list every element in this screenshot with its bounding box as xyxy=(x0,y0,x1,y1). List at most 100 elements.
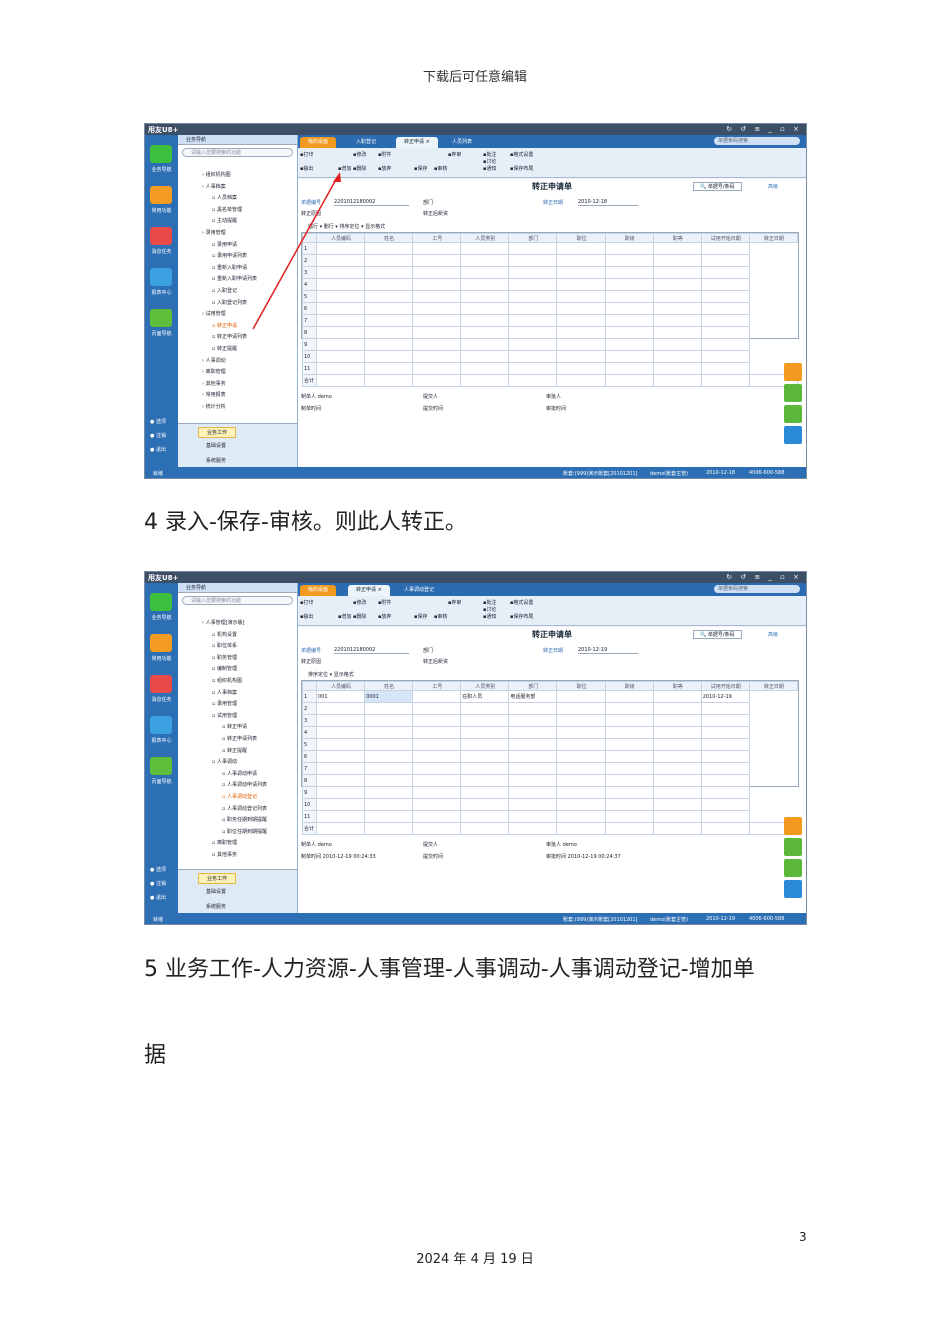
tree-item[interactable]: ▫ 入职登记列表 xyxy=(212,299,247,306)
grid-cell[interactable] xyxy=(652,302,702,315)
search-icon[interactable] xyxy=(784,817,802,835)
grid-cell[interactable] xyxy=(508,726,558,739)
bill-no-value[interactable]: 2201012180002 xyxy=(334,647,409,654)
tree-bottom-2[interactable]: 系统服务 xyxy=(206,903,226,910)
advanced-link[interactable]: 高级 xyxy=(768,183,778,190)
tree-item[interactable]: ▫ 编制管理 xyxy=(212,665,237,672)
grid-cell[interactable] xyxy=(315,726,366,739)
toolbar-2[interactable]: ▪增加 xyxy=(338,613,351,620)
global-search-input[interactable]: 单据条码搜索 xyxy=(714,137,800,145)
toolbar-12[interactable]: ▪通知 xyxy=(483,165,496,172)
grid-cell[interactable]: 2 xyxy=(302,702,317,715)
grid-cell[interactable] xyxy=(508,750,558,763)
grid-cell[interactable] xyxy=(412,290,462,303)
grid-toolbar[interactable]: 排序定位 ▾ 显示格式 xyxy=(308,671,354,678)
grid-cell[interactable] xyxy=(315,774,366,787)
toolbar-4[interactable]: ▪删除 xyxy=(353,165,366,172)
grid-cell[interactable]: 7 xyxy=(302,762,317,775)
grid-cell[interactable]: 3 xyxy=(302,266,317,279)
grid-cell[interactable] xyxy=(364,810,414,823)
grid-cell[interactable] xyxy=(412,762,462,775)
tree-item[interactable]: ▫ 转正提醒 xyxy=(212,345,237,352)
tree-item[interactable]: › 试用管理 xyxy=(202,310,226,317)
grid-cell[interactable] xyxy=(364,314,414,327)
toolbar-14[interactable]: ▪保存布局 xyxy=(510,613,533,620)
chat-icon[interactable] xyxy=(784,405,802,423)
tab-3[interactable]: 人员列表 xyxy=(444,137,480,148)
grid-cell[interactable] xyxy=(460,314,510,327)
grid-cell[interactable] xyxy=(460,738,510,751)
search-icon[interactable] xyxy=(784,363,802,381)
grid-cell[interactable] xyxy=(652,738,702,751)
grid-cell[interactable] xyxy=(315,762,366,775)
grid-cell[interactable] xyxy=(508,338,558,351)
tree-item[interactable]: ▫ 人事调动 xyxy=(212,758,237,765)
window-controls[interactable]: ↻ ↺ ≡ _ ▫ × xyxy=(726,573,802,581)
grid-cell[interactable] xyxy=(412,726,462,739)
nav-1-label[interactable]: 常用功能 xyxy=(145,207,178,214)
table-row[interactable]: 11 xyxy=(302,362,798,375)
grid-cell[interactable] xyxy=(700,714,750,727)
tree-item[interactable]: › 离职管理 xyxy=(202,368,226,375)
grid-cell[interactable] xyxy=(556,762,606,775)
grid-cell[interactable] xyxy=(652,714,702,727)
nav-bottom-0[interactable]: ● 选项 xyxy=(150,418,166,425)
table-row[interactable]: 3 xyxy=(302,714,798,727)
grid-cell[interactable] xyxy=(460,326,510,339)
tree-item[interactable]: › 录用管理 xyxy=(202,229,226,236)
grid-cell[interactable] xyxy=(460,702,510,715)
grid-cell[interactable] xyxy=(556,290,606,303)
grid-cell[interactable] xyxy=(556,242,606,255)
grid-cell[interactable] xyxy=(700,314,750,327)
grid-cell[interactable] xyxy=(700,242,750,255)
grid-cell[interactable] xyxy=(652,762,702,775)
grid-cell[interactable] xyxy=(700,290,750,303)
tab-0[interactable]: 我的桌面 xyxy=(300,585,337,596)
toolbar-8[interactable]: ▪审核 xyxy=(434,165,447,172)
grid-cell[interactable] xyxy=(460,750,510,763)
grid-cell[interactable] xyxy=(700,254,750,267)
grid-cell[interactable] xyxy=(604,702,654,715)
tree-item[interactable]: ▫ 人事调动申请 xyxy=(222,770,257,777)
grid-cell[interactable] xyxy=(700,266,750,279)
tree-item[interactable]: ▫ 录用申请 xyxy=(212,241,237,248)
tree-search-input[interactable]: 请输入您要搜索的功能 xyxy=(182,148,293,157)
table-row[interactable]: 7 xyxy=(302,762,798,775)
toolbar-3[interactable]: ▪修改 xyxy=(353,599,366,606)
tree-item[interactable]: › 人事调动 xyxy=(202,357,226,364)
nav-3-label[interactable]: 报表中心 xyxy=(145,737,178,744)
toolbar-5[interactable]: ▪附件 xyxy=(378,599,391,606)
grid-cell[interactable] xyxy=(556,362,606,375)
grid-cell[interactable] xyxy=(604,242,654,255)
grid-cell[interactable]: 6 xyxy=(302,302,317,315)
grid-cell[interactable] xyxy=(556,690,606,703)
grid-cell[interactable] xyxy=(412,338,462,351)
grid-cell[interactable] xyxy=(364,290,414,303)
grid-cell[interactable] xyxy=(700,278,750,291)
toolbar-7[interactable]: ▪保存 xyxy=(414,613,427,620)
grid-cell[interactable] xyxy=(556,254,606,267)
nav-3-icon[interactable] xyxy=(150,716,172,734)
toolbar-6[interactable]: ▪放弃 xyxy=(378,165,391,172)
tree-item[interactable]: ▫ 人员档案 xyxy=(212,194,237,201)
tree-item[interactable]: ▫ 组织机构图 xyxy=(212,677,242,684)
tree-bottom-1[interactable]: 基础设置 xyxy=(206,442,226,449)
grid-cell[interactable] xyxy=(652,338,702,351)
nav-4-icon[interactable] xyxy=(150,309,172,327)
tree-item[interactable]: ▫ 转正申请 xyxy=(222,723,247,730)
grid-cell[interactable] xyxy=(556,338,606,351)
tree-item[interactable]: › 其他事务 xyxy=(202,380,226,387)
grid-cell[interactable] xyxy=(556,314,606,327)
grid-cell[interactable] xyxy=(315,242,366,255)
grid-cell[interactable] xyxy=(460,254,510,267)
table-row[interactable]: 9 xyxy=(302,786,798,799)
grid-cell[interactable] xyxy=(508,762,558,775)
grid-cell[interactable] xyxy=(364,326,414,339)
nav-bottom-0[interactable]: ● 选项 xyxy=(150,866,166,873)
nav-3-icon[interactable] xyxy=(150,268,172,286)
grid-cell[interactable]: 2 xyxy=(302,254,317,267)
grid-cell[interactable] xyxy=(556,738,606,751)
grid-cell[interactable] xyxy=(652,690,702,703)
tree-item[interactable]: › 常用报表 xyxy=(202,391,226,398)
tree-item[interactable]: › 统计分析 xyxy=(202,403,226,410)
